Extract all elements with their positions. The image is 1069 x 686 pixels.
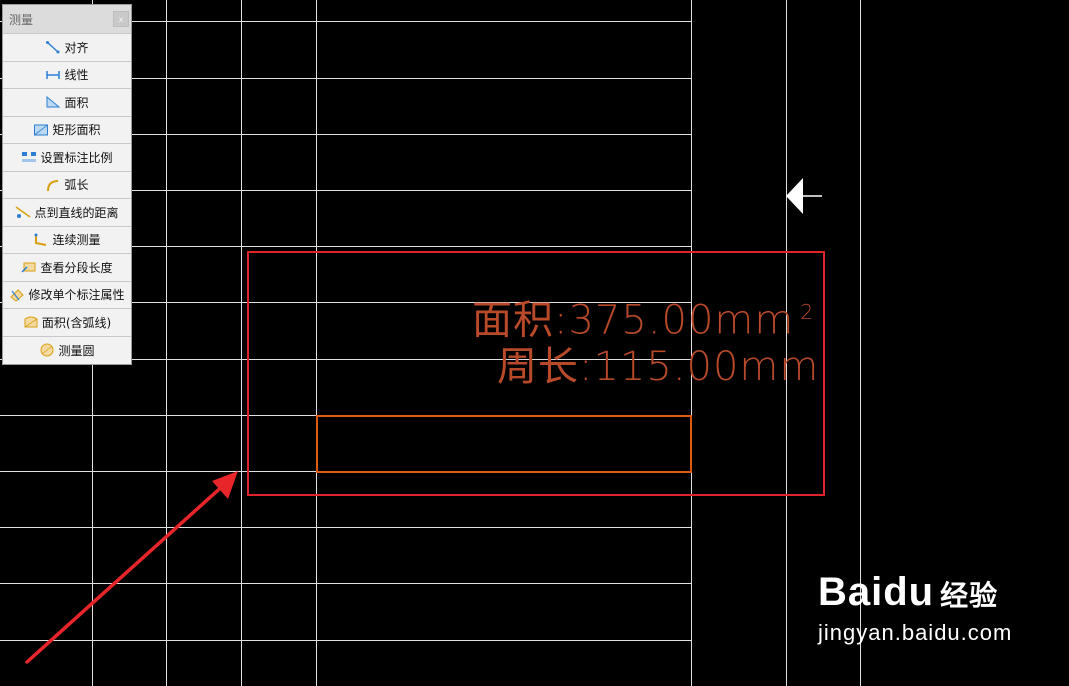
tool-item-label: 对齐 [64, 40, 89, 55]
selected-shape-rect[interactable] [316, 415, 692, 473]
area-icon [45, 95, 61, 109]
align-icon [45, 40, 61, 54]
tool-item-segment-length[interactable]: 查看分段长度 [3, 254, 131, 282]
measure-panel[interactable]: 测量 x 对齐线性面积矩形面积设置标注比例 弧长点到直线的距离 连续测量查看分段长度… [2, 4, 132, 365]
tool-item-label: 面积(含弧线) [41, 315, 112, 330]
tool-item-label: 矩形面积 [52, 123, 101, 138]
tool-item-align[interactable]: 对齐 [3, 34, 131, 62]
measure-circle-icon [39, 343, 55, 357]
tool-item-label: 测量圆 [58, 343, 95, 358]
panel-title-bar[interactable]: 测量 x [3, 5, 131, 34]
tool-item-arc-length[interactable]: 弧长 [3, 171, 131, 199]
tool-item-linear[interactable]: 线性 [3, 61, 131, 89]
tool-item-label: 查看分段长度 [40, 260, 113, 275]
watermark-logo-cn: 经验 [940, 579, 999, 612]
rect-area-icon [33, 123, 49, 137]
tool-item-label: 修改单个标注属性 [28, 288, 125, 303]
panel-title: 测量 [9, 12, 34, 27]
tool-item-label: 弧长 [64, 178, 89, 193]
baidu-watermark: Baidu 经验 jingyan.baidu.com [818, 570, 1012, 646]
watermark-logo: Baidu [818, 570, 935, 614]
annotation-arrow [25, 471, 238, 664]
area-unit-superscript: 2 [800, 300, 815, 324]
perimeter-measurement-text: 周长:115.00mm [497, 344, 820, 390]
tool-item-edit-annotation[interactable]: 修改单个标注属性 [3, 281, 131, 309]
area-measurement-text: 面积:375.00mm 2 [472, 290, 814, 342]
tool-item-measure-circle[interactable]: 测量圆 [3, 336, 131, 364]
point-line-distance-icon [15, 205, 31, 219]
scale-icon [21, 150, 37, 164]
panel-close-button[interactable]: x [113, 11, 129, 27]
tool-item-label: 设置标注比例 [40, 150, 113, 165]
tool-item-label: 连续测量 [52, 233, 101, 248]
area-arc-icon [23, 315, 39, 329]
watermark-url: jingyan.baidu.com [818, 620, 1013, 645]
tool-list: 对齐线性面积矩形面积设置标注比例 弧长点到直线的距离 连续测量查看分段长度 修改单个标… [3, 34, 131, 364]
arc-length-icon [45, 178, 61, 192]
tool-item-label: 线性 [64, 68, 89, 83]
tool-item-point-line-distance[interactable]: 点到直线的距离 [3, 199, 131, 227]
tool-item-area[interactable]: 面积 [3, 89, 131, 117]
area-value: 面积:375.00mm [472, 297, 795, 344]
tool-item-scale[interactable]: 设置标注比例 [3, 144, 131, 172]
cursor-arrow-icon [786, 178, 822, 214]
tool-item-rect-area[interactable]: 矩形面积 [3, 116, 131, 144]
tool-item-continuous-measure[interactable]: 连续测量 [3, 226, 131, 254]
continuous-measure-icon [33, 233, 49, 247]
edit-annotation-icon [9, 288, 25, 302]
tool-item-label: 面积 [64, 95, 89, 110]
linear-icon [45, 68, 61, 82]
tool-item-area-arc[interactable]: 面积(含弧线) [3, 309, 131, 337]
segment-length-icon [21, 260, 37, 274]
tool-item-label: 点到直线的距离 [34, 205, 119, 220]
